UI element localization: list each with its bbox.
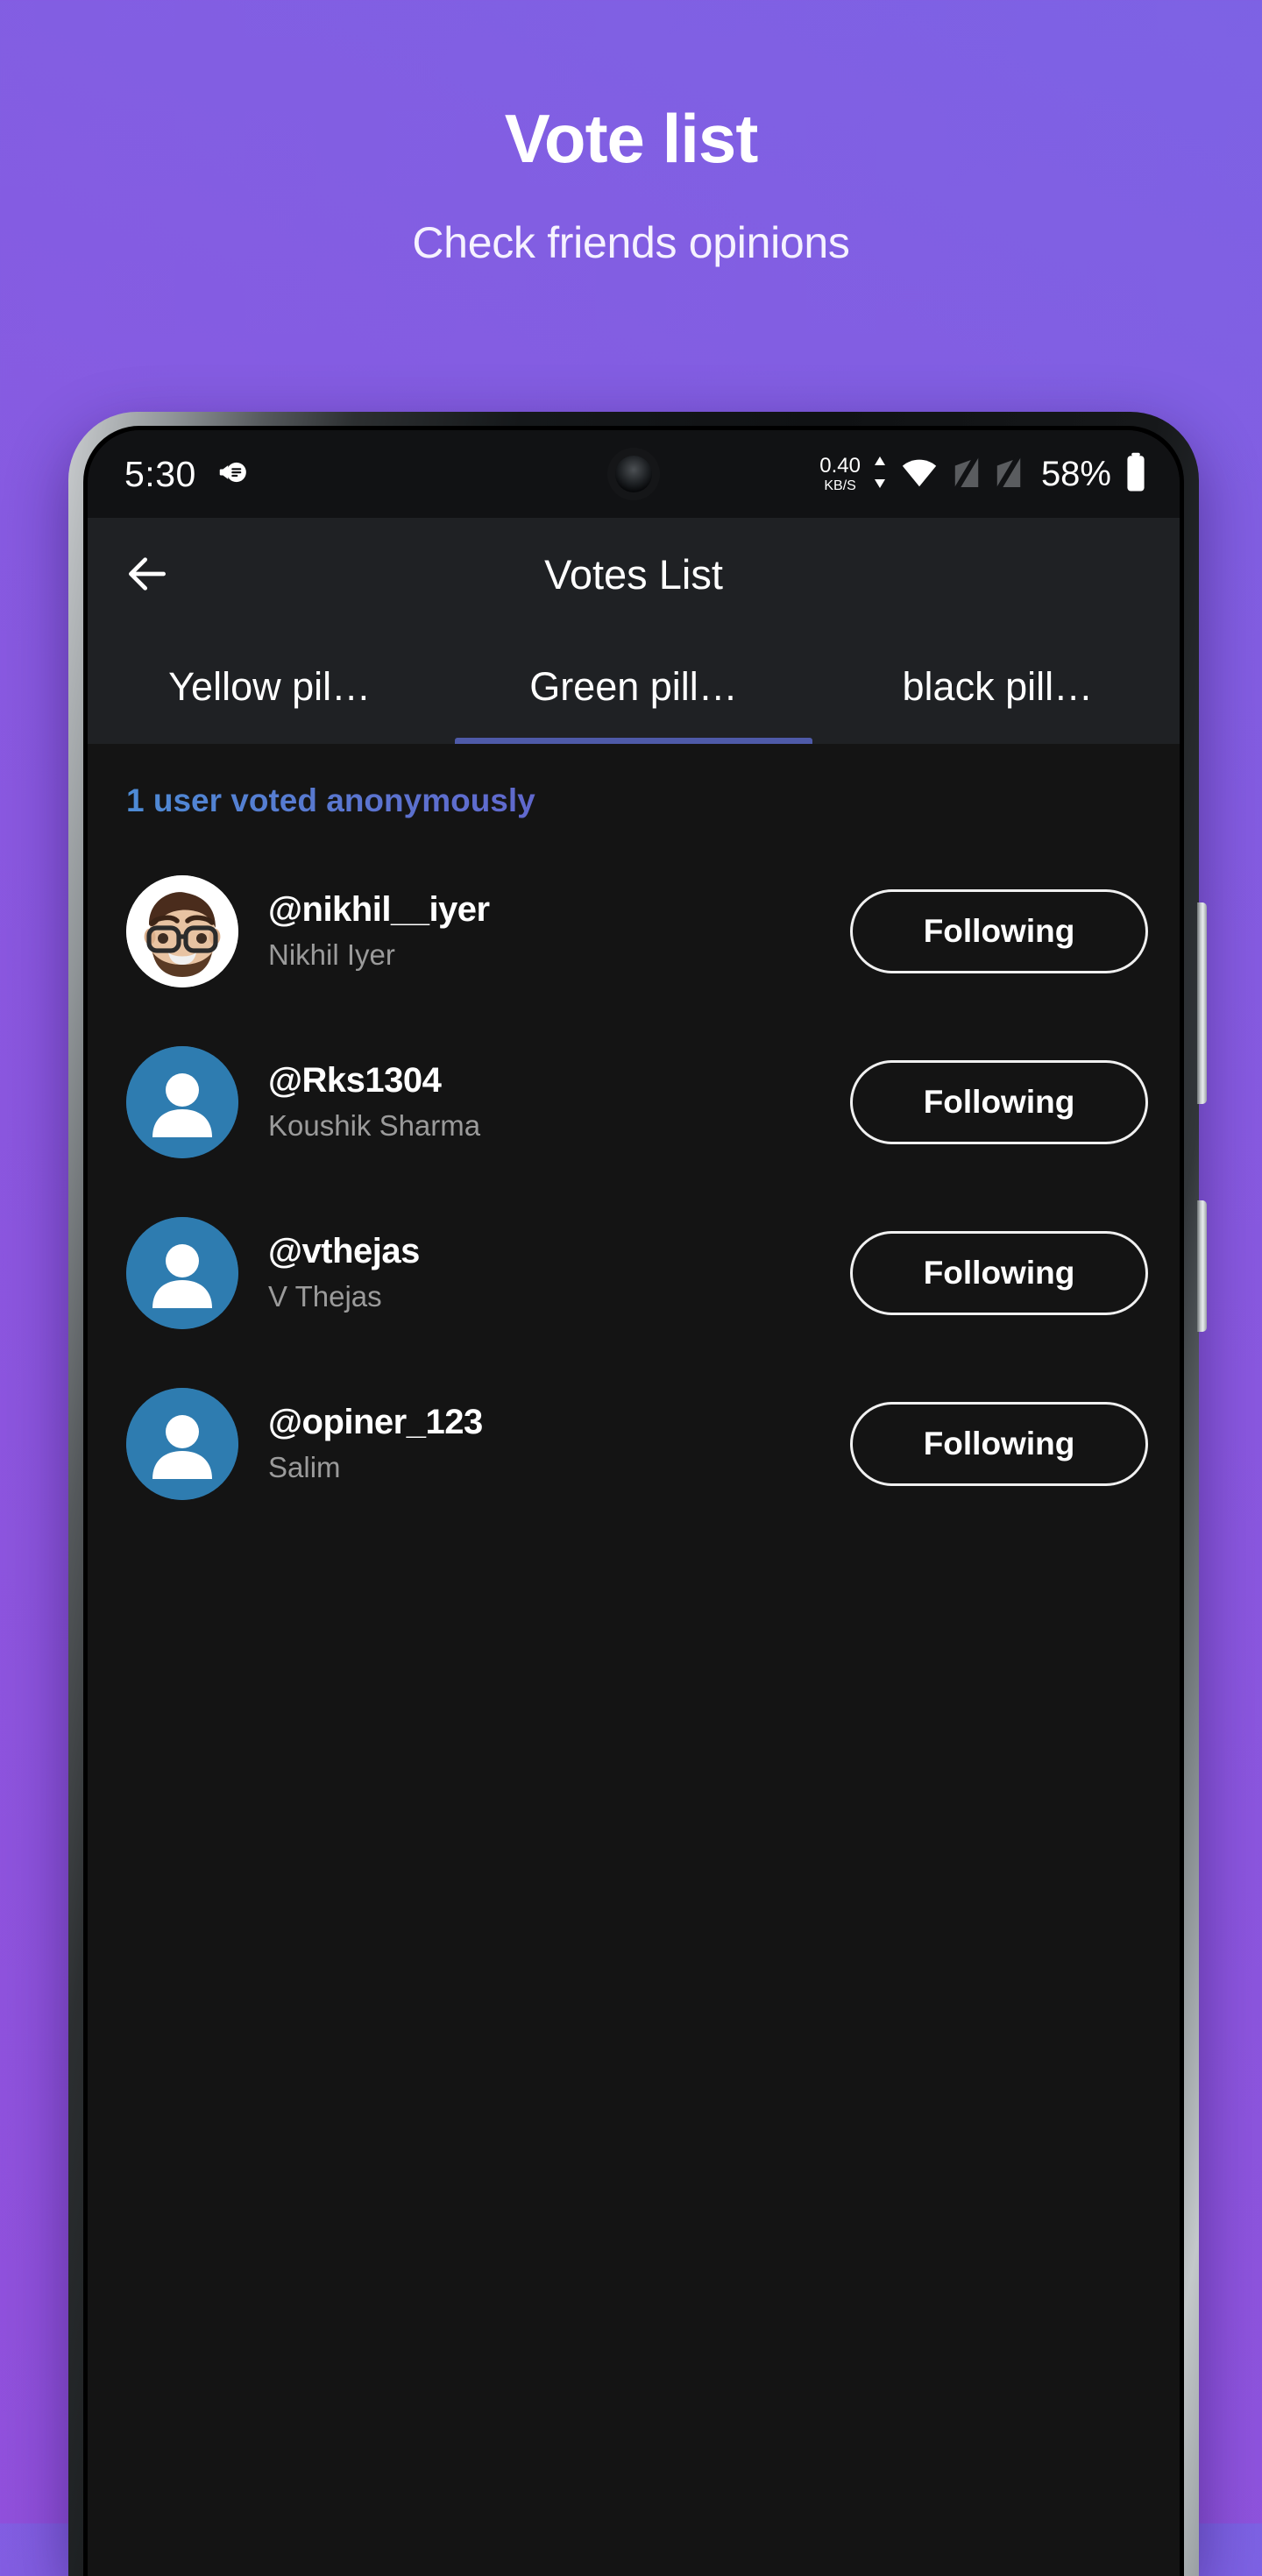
page-subtitle: Check friends opinions — [412, 217, 850, 267]
phone-screen: 5:30 0.40 KB/S 58% Votes List Yellow pil… — [88, 430, 1180, 2576]
signal-off-icon — [952, 454, 982, 495]
promo-header: Vote list Check friends opinions — [0, 0, 1262, 268]
user-fullname: Koushik Sharma — [268, 1109, 481, 1142]
tab-label: Green pill… — [529, 664, 738, 709]
list-item[interactable]: @opiner_123 Salim Following — [88, 1358, 1180, 1529]
data-arrows-icon — [873, 455, 887, 494]
data-speed-indicator: 0.40 KB/S — [819, 453, 861, 493]
avatar — [126, 874, 238, 987]
phone-mockup: 5:30 0.40 KB/S 58% Votes List Yellow pil… — [68, 412, 1207, 2576]
tab-green-pill[interactable]: Green pill… — [451, 630, 815, 744]
user-fullname: Nikhil Iyer — [268, 938, 395, 971]
power-button[interactable] — [1197, 1200, 1207, 1332]
page-title: Vote list — [504, 100, 759, 177]
user-handle: @opiner_123 — [268, 1403, 483, 1441]
avatar — [126, 1387, 238, 1500]
user-info: @vthejas V Thejas — [268, 1232, 850, 1313]
wifi-icon — [899, 455, 939, 494]
list-item[interactable]: @vthejas V Thejas Following — [88, 1187, 1180, 1358]
user-fullname: Salim — [268, 1451, 341, 1483]
following-button[interactable]: Following — [850, 1230, 1148, 1315]
user-info: @opiner_123 Salim — [268, 1403, 850, 1484]
phone-bezel: 5:30 0.40 KB/S 58% Votes List Yellow pil… — [83, 426, 1184, 2576]
following-button[interactable]: Following — [850, 1401, 1148, 1486]
volume-button[interactable] — [1197, 902, 1207, 1104]
status-bar-right: 0.40 KB/S 58% — [819, 452, 1148, 497]
user-handle: @Rks1304 — [268, 1061, 442, 1100]
avatar — [126, 1216, 238, 1329]
user-handle: @vthejas — [268, 1232, 420, 1270]
tab-label: black pill… — [902, 664, 1094, 709]
status-bar-left: 5:30 — [124, 454, 249, 495]
list-item[interactable]: @nikhil__iyer Nikhil Iyer Following — [88, 846, 1180, 1016]
tab-bar: Yellow pil… Green pill… black pill… — [88, 630, 1180, 744]
tab-black-pill[interactable]: black pill… — [816, 630, 1180, 744]
battery-percent: 58% — [1040, 454, 1111, 493]
app-bar-title: Votes List — [544, 550, 723, 598]
back-arrow-icon[interactable] — [123, 549, 172, 598]
anonymous-voters-note: 1 user voted anonymously — [88, 744, 535, 846]
vote-list-content: 1 user voted anonymously @nikhil__iyer N… — [88, 744, 1180, 2576]
status-time: 5:30 — [124, 453, 196, 494]
user-fullname: V Thejas — [268, 1280, 382, 1313]
following-button[interactable]: Following — [850, 888, 1148, 973]
signal-off-icon-2 — [994, 454, 1024, 495]
data-speed-value: 0.40 — [819, 453, 861, 478]
tab-label: Yellow pil… — [168, 664, 372, 709]
following-button[interactable]: Following — [850, 1059, 1148, 1144]
tab-yellow-pill[interactable]: Yellow pil… — [88, 630, 451, 744]
avatar — [126, 1045, 238, 1158]
data-speed-unit: KB/S — [824, 478, 856, 493]
app-bar: Votes List — [88, 518, 1180, 630]
list-item[interactable]: @Rks1304 Koushik Sharma Following — [88, 1016, 1180, 1187]
status-bar: 5:30 0.40 KB/S 58% — [88, 430, 1180, 518]
front-camera-punchhole — [615, 456, 652, 492]
user-handle: @nikhil__iyer — [268, 890, 490, 929]
user-info: @Rks1304 Koushik Sharma — [268, 1061, 850, 1143]
battery-icon — [1124, 452, 1148, 497]
announcement-icon — [216, 456, 249, 493]
active-tab-indicator — [455, 738, 812, 744]
user-info: @nikhil__iyer Nikhil Iyer — [268, 890, 850, 972]
